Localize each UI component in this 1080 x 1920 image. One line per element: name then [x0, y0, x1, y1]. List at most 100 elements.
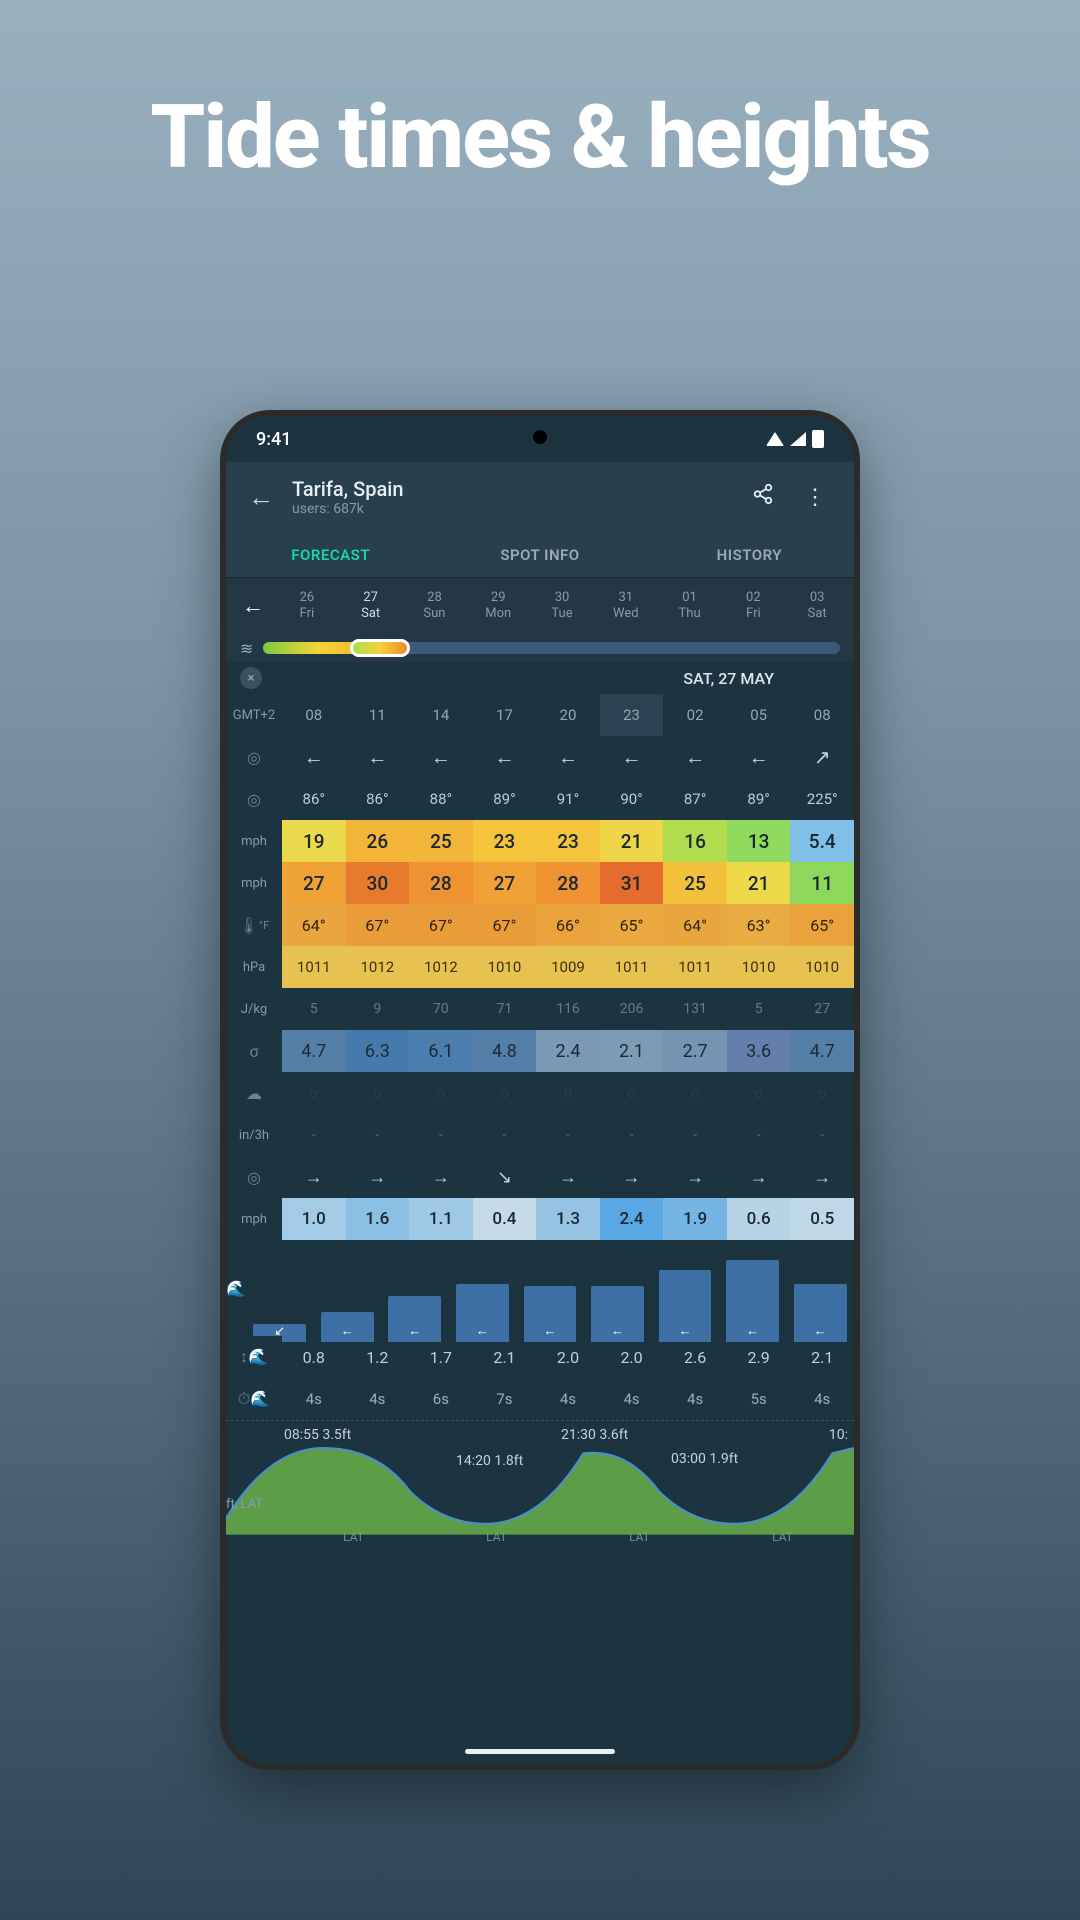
cell: 08 — [790, 694, 854, 736]
cell: 4s — [663, 1378, 727, 1420]
cell: 7s — [473, 1378, 537, 1420]
cell: 6s — [409, 1378, 473, 1420]
cell: 16 — [663, 820, 727, 862]
cell: ← — [536, 736, 600, 778]
cell: 86° — [346, 778, 410, 820]
cell: 02 — [663, 694, 727, 736]
cloud-icon: ☁ — [226, 1072, 282, 1114]
cell: 2.0 — [600, 1336, 664, 1378]
cape-row: J/kg 597071116206131527 — [226, 988, 854, 1030]
cell: 0.4 — [473, 1198, 537, 1240]
cell: ← — [727, 736, 791, 778]
cell: 1.7 — [409, 1336, 473, 1378]
cell: 4s — [790, 1378, 854, 1420]
sigma-row: σ 4.76.36.14.82.42.12.73.64.7 — [226, 1030, 854, 1072]
tab-bar: FORECAST SPOT INFO HISTORY — [226, 532, 854, 578]
cell: 67° — [346, 904, 410, 946]
tab-history[interactable]: HISTORY — [645, 532, 854, 577]
tab-forecast[interactable]: FORECAST — [226, 532, 435, 577]
cell: 64° — [282, 904, 346, 946]
cell: - — [727, 1114, 791, 1156]
headline: Tide times & heights — [0, 90, 1080, 185]
cell: 26 — [346, 820, 410, 862]
cell: 23 — [536, 820, 600, 862]
cell: 1.2 — [346, 1336, 410, 1378]
tide-unit: ft, LAT — [226, 1497, 263, 1512]
tab-spot-info[interactable]: SPOT INFO — [435, 532, 644, 577]
row-label: in/3h — [226, 1114, 282, 1156]
row-label: mph — [226, 1198, 282, 1240]
cell: ◌ — [790, 1072, 854, 1114]
cell: ◌ — [663, 1072, 727, 1114]
tide-label: 08:55 3.5ft — [284, 1427, 351, 1443]
cell: 1011 — [282, 946, 346, 988]
date-col[interactable]: 02Fri — [724, 590, 782, 621]
cell: 6.3 — [346, 1030, 410, 1072]
cell: 225° — [790, 778, 854, 820]
cloud-row: ☁ ◌◌◌◌◌◌◌◌◌ — [226, 1072, 854, 1114]
cell: 65° — [790, 904, 854, 946]
cell: 1011 — [663, 946, 727, 988]
cell: 17 — [473, 694, 537, 736]
row-label: hPa — [226, 946, 282, 988]
camera-notch — [533, 430, 547, 444]
cell: ◌ — [727, 1072, 791, 1114]
date-back-button[interactable]: ← — [234, 593, 272, 619]
cell: → — [600, 1156, 664, 1198]
cell: 2.1 — [790, 1336, 854, 1378]
cell: - — [346, 1114, 410, 1156]
cell: 25 — [663, 862, 727, 904]
cell: 13 — [727, 820, 791, 862]
cell: 2.1 — [600, 1030, 664, 1072]
wave-height-icon: ↕🌊 — [226, 1336, 282, 1378]
pressure-row: hPa 101110121012101010091011101110101010 — [226, 946, 854, 988]
cell: 1.1 — [409, 1198, 473, 1240]
cell: 0.8 — [282, 1336, 346, 1378]
cell: → — [790, 1156, 854, 1198]
share-button[interactable] — [746, 483, 780, 511]
home-indicator[interactable] — [465, 1749, 615, 1754]
cell: 19 — [282, 820, 346, 862]
cell: 2.0 — [536, 1336, 600, 1378]
cell: - — [282, 1114, 346, 1156]
date-col[interactable]: 27Sat — [342, 590, 400, 621]
cell: 1009 — [536, 946, 600, 988]
time-slider[interactable] — [263, 642, 840, 654]
cell: ◌ — [600, 1072, 664, 1114]
compass-icon: ◎ — [226, 1156, 282, 1198]
date-scroller[interactable]: ← 26Fri27Sat28Sun29Mon30Tue31Wed01Thu02F… — [226, 578, 854, 634]
date-col[interactable]: 30Tue — [533, 590, 591, 621]
cell: - — [790, 1114, 854, 1156]
slider-thumb[interactable] — [350, 639, 410, 657]
date-col[interactable]: 31Wed — [597, 590, 655, 621]
cell: ↗ — [790, 736, 854, 778]
phone-frame: 9:41 ← Tarifa, Spain users: 687k ⋮ FOREC… — [220, 410, 860, 1770]
cell: 31 — [600, 862, 664, 904]
cell: → — [282, 1156, 346, 1198]
cell: 1010 — [473, 946, 537, 988]
cell: 4s — [282, 1378, 346, 1420]
cell: 6.1 — [409, 1030, 473, 1072]
date-col[interactable]: 28Sun — [406, 590, 464, 621]
cell: 5.4 — [790, 820, 854, 862]
cell: 3.6 — [727, 1030, 791, 1072]
date-col[interactable]: 01Thu — [661, 590, 719, 621]
close-chip[interactable]: × — [240, 667, 262, 689]
date-col[interactable]: 26Fri — [278, 590, 336, 621]
date-col[interactable]: 29Mon — [469, 590, 527, 621]
cell: 2.1 — [473, 1336, 537, 1378]
wave-bar: ← — [449, 1248, 517, 1342]
cell: 89° — [473, 778, 537, 820]
wave-bar: ← — [719, 1248, 787, 1342]
cell: 1010 — [790, 946, 854, 988]
cell: 05 — [727, 694, 791, 736]
cell: → — [409, 1156, 473, 1198]
cell: 21 — [727, 862, 791, 904]
menu-button[interactable]: ⋮ — [798, 485, 832, 510]
cell: 89° — [727, 778, 791, 820]
date-col[interactable]: 03Sat — [788, 590, 846, 621]
back-button[interactable]: ← — [248, 482, 274, 513]
cell: 08 — [282, 694, 346, 736]
wave-bar: ← — [786, 1248, 854, 1342]
cell: 116 — [536, 988, 600, 1030]
